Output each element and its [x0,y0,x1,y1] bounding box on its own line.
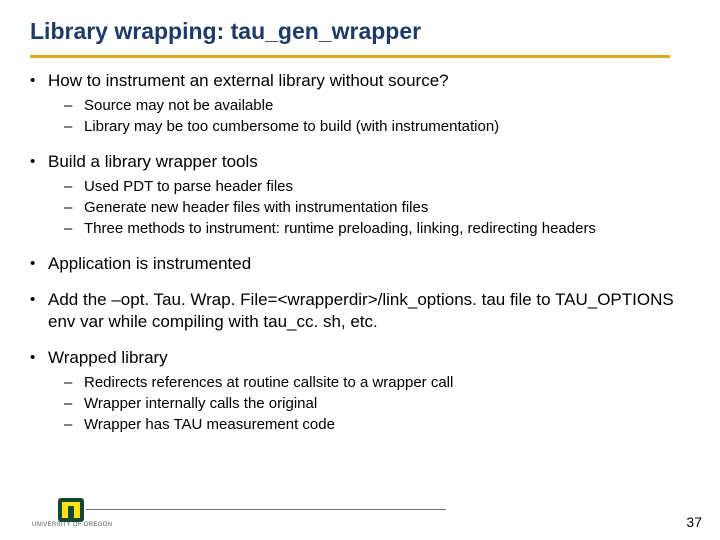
oregon-logo-icon: UNIVERSITY OF OREGON [30,498,112,528]
sub-list: –Source may not be available –Library ma… [30,96,690,137]
bullet-item: • Add the –opt. Tau. Wrap. File=<wrapper… [30,289,690,333]
sub-text: Generate new header files with instrumen… [84,198,428,218]
sub-text: Library may be too cumbersome to build (… [84,117,499,137]
sub-text: Wrapper has TAU measurement code [84,415,335,435]
bullet-marker: • [30,253,48,275]
dash-marker: – [64,219,84,239]
accent-rule [30,55,670,58]
sub-text: Used PDT to parse header files [84,177,293,197]
sub-item: –Wrapper internally calls the original [64,394,690,414]
sub-item: –Wrapper has TAU measurement code [64,415,690,435]
bullet-item: • Wrapped library –Redirects references … [30,347,690,435]
dash-marker: – [64,394,84,414]
slide-title: Library wrapping: tau_gen_wrapper [30,18,690,45]
sub-text: Source may not be available [84,96,273,116]
oregon-o-icon [58,498,84,522]
dash-marker: – [64,198,84,218]
dash-marker: – [64,415,84,435]
bullet-text: Add the –opt. Tau. Wrap. File=<wrapperdi… [48,289,690,333]
sub-item: –Three methods to instrument: runtime pr… [64,219,690,239]
bullet-marker: • [30,70,48,92]
sub-text: Three methods to instrument: runtime pre… [84,219,596,239]
bullet-text: Build a library wrapper tools [48,151,258,173]
sub-list: –Redirects references at routine callsit… [30,373,690,435]
bullet-list: • How to instrument an external library … [30,70,690,435]
sub-item: –Library may be too cumbersome to build … [64,117,690,137]
dash-marker: – [64,373,84,393]
bullet-item: • Build a library wrapper tools –Used PD… [30,151,690,239]
page-number: 37 [686,514,702,530]
sub-item: –Used PDT to parse header files [64,177,690,197]
slide: Library wrapping: tau_gen_wrapper • How … [0,0,720,540]
footer-org-text: UNIVERSITY OF OREGON [32,522,112,528]
footer-rule [86,509,446,510]
bullet-item: • How to instrument an external library … [30,70,690,137]
dash-marker: – [64,117,84,137]
sub-item: –Redirects references at routine callsit… [64,373,690,393]
dash-marker: – [64,177,84,197]
sub-list: –Used PDT to parse header files –Generat… [30,177,690,239]
sub-text: Wrapper internally calls the original [84,394,317,414]
bullet-text: Application is instrumented [48,253,251,275]
sub-item: –Generate new header files with instrume… [64,198,690,218]
dash-marker: – [64,96,84,116]
sub-item: –Source may not be available [64,96,690,116]
footer: UNIVERSITY OF OREGON [30,498,112,528]
bullet-marker: • [30,347,48,369]
bullet-marker: • [30,289,48,311]
bullet-text: Wrapped library [48,347,168,369]
bullet-item: • Application is instrumented [30,253,690,275]
sub-text: Redirects references at routine callsite… [84,373,453,393]
bullet-marker: • [30,151,48,173]
bullet-text: How to instrument an external library wi… [48,70,449,92]
